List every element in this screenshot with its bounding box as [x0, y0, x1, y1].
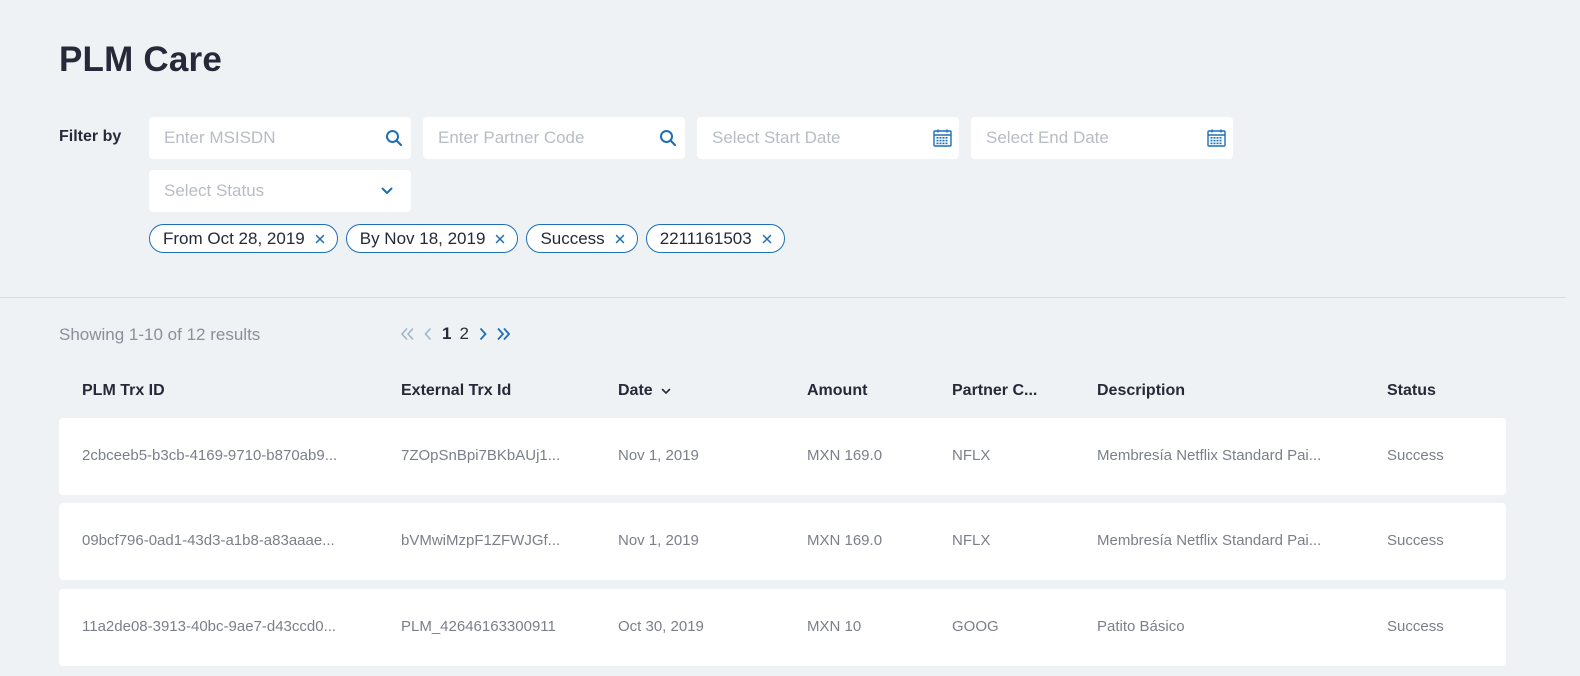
page-title: PLM Care — [59, 40, 223, 79]
cell-date: Nov 1, 2019 — [618, 532, 699, 549]
chevron-left-icon[interactable] — [418, 324, 438, 344]
chip-msisdn[interactable]: 2211161503 — [645, 224, 785, 253]
cell-description: Patito Básico — [1097, 618, 1185, 635]
chevron-down-icon[interactable] — [661, 388, 671, 395]
cell-plm-trx-id: 11a2de08-3913-40bc-9ae7-d43ccd0... — [82, 618, 337, 635]
double-chevron-right-icon[interactable] — [493, 324, 513, 344]
chip-status[interactable]: Success — [526, 224, 638, 253]
chevron-right-icon[interactable] — [473, 324, 493, 344]
chip-start-date[interactable]: From Oct 28, 2019 — [149, 224, 338, 253]
cell-amount: MXN 169.0 — [807, 447, 883, 464]
active-filter-chips: From Oct 28, 2019 By Nov 18, 2019 Succes… — [149, 224, 785, 253]
msisdn-field[interactable] — [149, 117, 411, 159]
status-select-placeholder: Select Status — [164, 181, 265, 200]
plm-care-page: PLM Care Filter by Enter MSISDN Enter Pa… — [0, 0, 1580, 676]
close-icon[interactable] — [495, 234, 505, 244]
header-date[interactable]: Date — [618, 382, 671, 400]
msisdn-input[interactable] — [164, 128, 385, 148]
search-icon[interactable] — [385, 128, 403, 148]
calendar-icon[interactable] — [1207, 128, 1226, 148]
header-description[interactable]: Description — [1097, 382, 1185, 400]
header-external-trx-id[interactable]: External Trx Id — [401, 382, 511, 400]
chip-label: From Oct 28, 2019 — [163, 228, 305, 248]
page-1[interactable]: 1 — [438, 324, 455, 344]
cell-partner-code: NFLX — [952, 532, 991, 549]
header-partner-code[interactable]: Partner C... — [952, 382, 1037, 400]
header-date-label: Date — [618, 382, 653, 399]
filter-label: Filter by — [59, 128, 122, 145]
header-plm-trx-id[interactable]: PLM Trx ID — [82, 382, 165, 400]
cell-plm-trx-id: 09bcf796-0ad1-43d3-a1b8-a83aaae... — [82, 532, 335, 549]
end-date-input[interactable] — [986, 128, 1207, 148]
cell-external-trx-id: bVMwiMzpF1ZFWJGf... — [401, 532, 561, 549]
cell-partner-code: GOOG — [952, 618, 999, 635]
cell-date: Oct 30, 2019 — [618, 618, 704, 635]
search-icon[interactable] — [659, 128, 677, 148]
table-row[interactable]: 09bcf796-0ad1-43d3-a1b8-a83aaae... bVMwi… — [59, 503, 1506, 580]
calendar-icon[interactable] — [933, 128, 952, 148]
table-row[interactable]: 11a2de08-3913-40bc-9ae7-d43ccd0... PLM_4… — [59, 589, 1506, 666]
cell-partner-code: NFLX — [952, 447, 991, 464]
end-date-field[interactable] — [971, 117, 1233, 159]
start-date-field[interactable] — [697, 117, 959, 159]
chip-end-date[interactable]: By Nov 18, 2019 — [345, 224, 519, 253]
results-count: Showing 1-10 of 12 results — [59, 325, 261, 344]
status-select[interactable]: Select Status — [149, 170, 411, 212]
start-date-input[interactable] — [712, 128, 933, 148]
double-chevron-left-icon[interactable] — [398, 324, 418, 344]
table-header: PLM Trx ID External Trx Id Date Amount P… — [59, 382, 1506, 404]
chevron-down-icon[interactable] — [377, 181, 397, 201]
chip-label: Success — [540, 228, 605, 248]
table-row[interactable]: 2cbceeb5-b3cb-4169-9710-b870ab9... 7ZOpS… — [59, 418, 1506, 495]
cell-status: Success — [1387, 532, 1444, 549]
cell-external-trx-id: PLM_42646163300911 — [401, 618, 556, 635]
close-icon[interactable] — [615, 234, 625, 244]
partner-code-input[interactable] — [438, 128, 659, 148]
cell-amount: MXN 169.0 — [807, 532, 883, 549]
section-divider — [0, 297, 1566, 298]
cell-external-trx-id: 7ZOpSnBpi7BKbAUj1... — [401, 447, 561, 464]
header-status[interactable]: Status — [1387, 382, 1436, 400]
header-amount[interactable]: Amount — [807, 382, 867, 400]
close-icon[interactable] — [315, 234, 325, 244]
pagination: 1 2 — [398, 324, 513, 344]
chip-label: 2211161503 — [659, 228, 752, 248]
chip-label: By Nov 18, 2019 — [359, 228, 486, 248]
cell-plm-trx-id: 2cbceeb5-b3cb-4169-9710-b870ab9... — [82, 447, 338, 464]
cell-description: Membresía Netflix Standard Pai... — [1097, 447, 1322, 464]
cell-status: Success — [1387, 618, 1444, 635]
cell-amount: MXN 10 — [807, 618, 862, 635]
page-2[interactable]: 2 — [455, 324, 472, 344]
cell-date: Nov 1, 2019 — [618, 447, 699, 464]
cell-status: Success — [1387, 447, 1444, 464]
close-icon[interactable] — [762, 234, 772, 244]
cell-description: Membresía Netflix Standard Pai... — [1097, 532, 1322, 549]
partner-code-field[interactable] — [423, 117, 685, 159]
